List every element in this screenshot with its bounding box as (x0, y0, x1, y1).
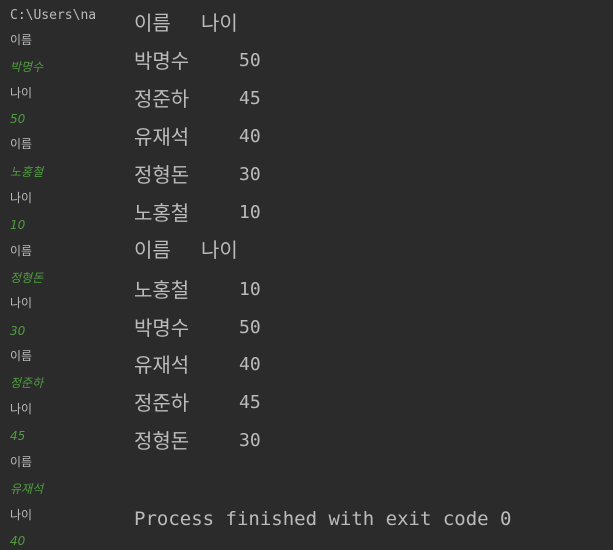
age-input-value: 50 (10, 112, 26, 126)
name-column-header: 이름 (134, 11, 171, 35)
name-prompt: 이름 (10, 244, 33, 258)
person-name: 박명수 (134, 49, 190, 73)
person-name: 유재석 (134, 125, 190, 149)
age-prompt: 나이 (10, 402, 33, 416)
console-window: C:\Users\na 이름 박명수 나이 50 이름 노홍철 나이 10 이름… (0, 0, 613, 550)
name-prompt: 이름 (10, 455, 33, 469)
age-prompt: 나이 (10, 86, 33, 100)
person-name: 정준하 (134, 87, 190, 111)
console-output: 이름 나이 박명수 50 정준하 45 유재석 40 정형돈 30 노홍철 10… (134, 0, 604, 550)
person-name: 유재석 (134, 353, 190, 377)
person-age: 10 (239, 202, 261, 223)
name-input-value: 정준하 (10, 376, 44, 390)
person-age: 40 (239, 354, 261, 375)
person-name: 정준하 (134, 391, 190, 415)
age-input-value: 30 (10, 324, 26, 338)
console-input-log: C:\Users\na 이름 박명수 나이 50 이름 노홍철 나이 10 이름… (0, 0, 118, 550)
name-prompt: 이름 (10, 137, 33, 151)
age-prompt: 나이 (10, 508, 33, 522)
person-name: 정형돈 (134, 429, 190, 453)
age-input-value: 40 (10, 534, 26, 548)
person-name: 정형돈 (134, 163, 190, 187)
age-column-header: 나이 (201, 238, 238, 262)
person-age: 10 (239, 279, 261, 300)
age-input-value: 10 (10, 218, 26, 232)
name-column-header: 이름 (134, 238, 171, 262)
process-finished-message: Process finished with exit code 0 (134, 508, 512, 530)
age-prompt: 나이 (10, 296, 33, 310)
person-age: 45 (239, 88, 261, 109)
person-age: 30 (239, 430, 261, 451)
person-name: 노홍철 (134, 201, 190, 225)
name-input-value: 정형돈 (10, 271, 44, 285)
name-prompt: 이름 (10, 349, 33, 363)
age-prompt: 나이 (10, 191, 33, 205)
person-age: 45 (239, 392, 261, 413)
person-age: 50 (239, 317, 261, 338)
name-prompt: 이름 (10, 33, 33, 47)
age-column-header: 나이 (201, 11, 238, 35)
working-directory-path: C:\Users\na (10, 8, 97, 23)
person-age: 40 (239, 126, 261, 147)
person-name: 박명수 (134, 316, 190, 340)
name-input-value: 박명수 (10, 60, 44, 74)
person-age: 50 (239, 50, 261, 71)
person-age: 30 (239, 164, 261, 185)
name-input-value: 유재석 (10, 482, 44, 496)
name-input-value: 노홍철 (10, 165, 44, 179)
person-name: 노홍철 (134, 278, 190, 302)
age-input-value: 45 (10, 429, 26, 443)
